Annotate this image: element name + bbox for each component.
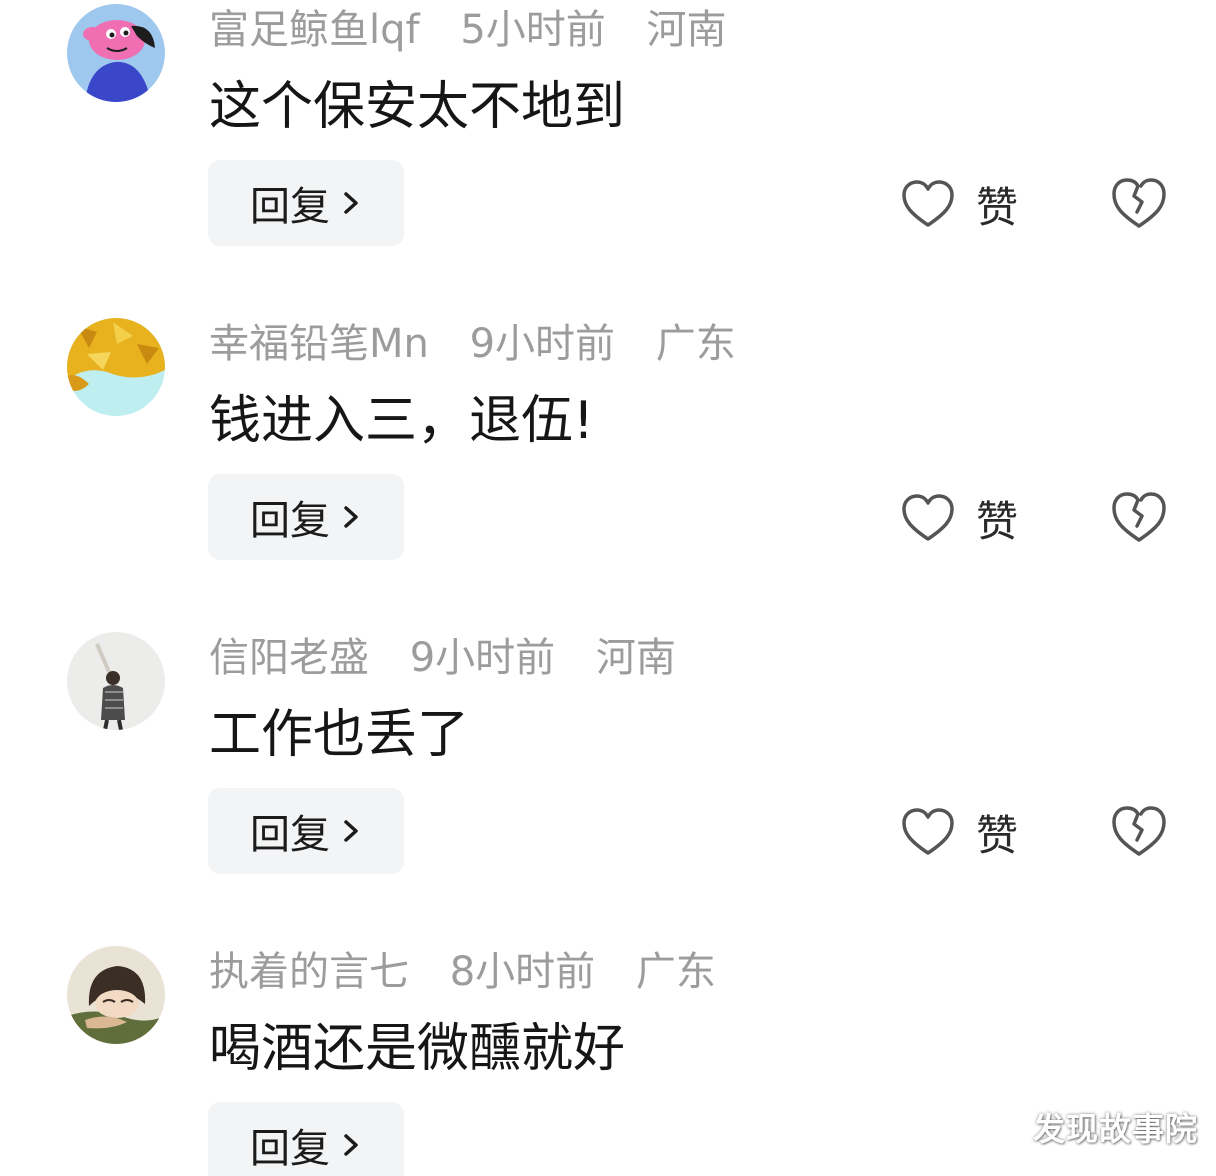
username[interactable]: 信阳老盛 (209, 635, 369, 681)
chevron-right-icon (344, 820, 358, 842)
chevron-right-icon (344, 1134, 358, 1156)
comment-meta: 信阳老盛 9小时前 河南 (209, 632, 704, 684)
heart-outline-icon (902, 808, 954, 855)
reply-label: 回复 (250, 1126, 330, 1172)
yellow-leaves-avatar-icon (67, 318, 165, 416)
user-avatar[interactable] (67, 4, 165, 102)
username[interactable]: 富足鲸鱼lqf (209, 7, 420, 53)
comment-text: 工作也丢了 (209, 705, 470, 765)
username[interactable]: 幸福铅笔Mn (209, 321, 429, 367)
comment-text: 钱进入三，退伍! (209, 391, 594, 451)
user-avatar[interactable] (67, 318, 165, 416)
reply-label: 回复 (250, 498, 330, 544)
like-label: 赞 (976, 182, 1019, 232)
like-button[interactable]: 赞 (900, 170, 1018, 238)
timestamp: 9小时前 (469, 321, 616, 367)
reply-button[interactable]: 回复 (208, 1102, 404, 1176)
timestamp: 5小时前 (460, 7, 606, 53)
comment-item: 信阳老盛 9小时前 河南 工作也丢了 回复 赞 (0, 628, 1216, 928)
comment-meta: 富足鲸鱼lqf 5小时前 河南 (209, 4, 754, 56)
comment-text: 这个保安太不地到 (209, 77, 626, 137)
reply-button[interactable]: 回复 (208, 788, 404, 874)
location: 广东 (655, 321, 736, 367)
location: 河南 (595, 635, 676, 681)
user-avatar[interactable] (67, 632, 165, 730)
comment-meta: 执着的言七 8小时前 广东 (209, 946, 744, 998)
heart-outline-icon (902, 494, 954, 541)
heart-outline-icon (902, 180, 954, 227)
username[interactable]: 执着的言七 (209, 949, 409, 995)
comment-item: 富足鲸鱼lqf 5小时前 河南 这个保安太不地到 回复 赞 (0, 0, 1216, 300)
like-button[interactable]: 赞 (900, 798, 1018, 866)
comment-item: 幸福铅笔Mn 9小时前 广东 钱进入三，退伍! 回复 赞 (0, 314, 1216, 614)
chevron-right-icon (344, 506, 358, 528)
broken-heart-icon[interactable] (1110, 176, 1168, 230)
location: 广东 (635, 949, 716, 995)
person-photo-avatar-icon (67, 632, 165, 730)
watermark: 发现故事院 (1032, 1110, 1198, 1148)
comment-text: 喝酒还是微醺就好 (209, 1019, 626, 1079)
reply-label: 回复 (250, 812, 330, 858)
pink-dog-avatar-icon (67, 4, 165, 102)
like-label: 赞 (976, 496, 1019, 546)
reply-button[interactable]: 回复 (208, 474, 404, 560)
comment-meta: 幸福铅笔Mn 9小时前 广东 (209, 318, 764, 370)
timestamp: 9小时前 (409, 635, 556, 681)
like-label: 赞 (976, 810, 1019, 860)
anime-boy-avatar-icon (67, 946, 165, 1044)
location: 河南 (646, 7, 727, 53)
user-avatar[interactable] (67, 946, 165, 1044)
timestamp: 8小时前 (449, 949, 596, 995)
broken-heart-icon[interactable] (1110, 490, 1168, 544)
chevron-right-icon (344, 192, 358, 214)
reply-button[interactable]: 回复 (208, 160, 404, 246)
reply-label: 回复 (250, 184, 330, 230)
like-button[interactable]: 赞 (900, 484, 1018, 552)
broken-heart-icon[interactable] (1110, 804, 1168, 858)
